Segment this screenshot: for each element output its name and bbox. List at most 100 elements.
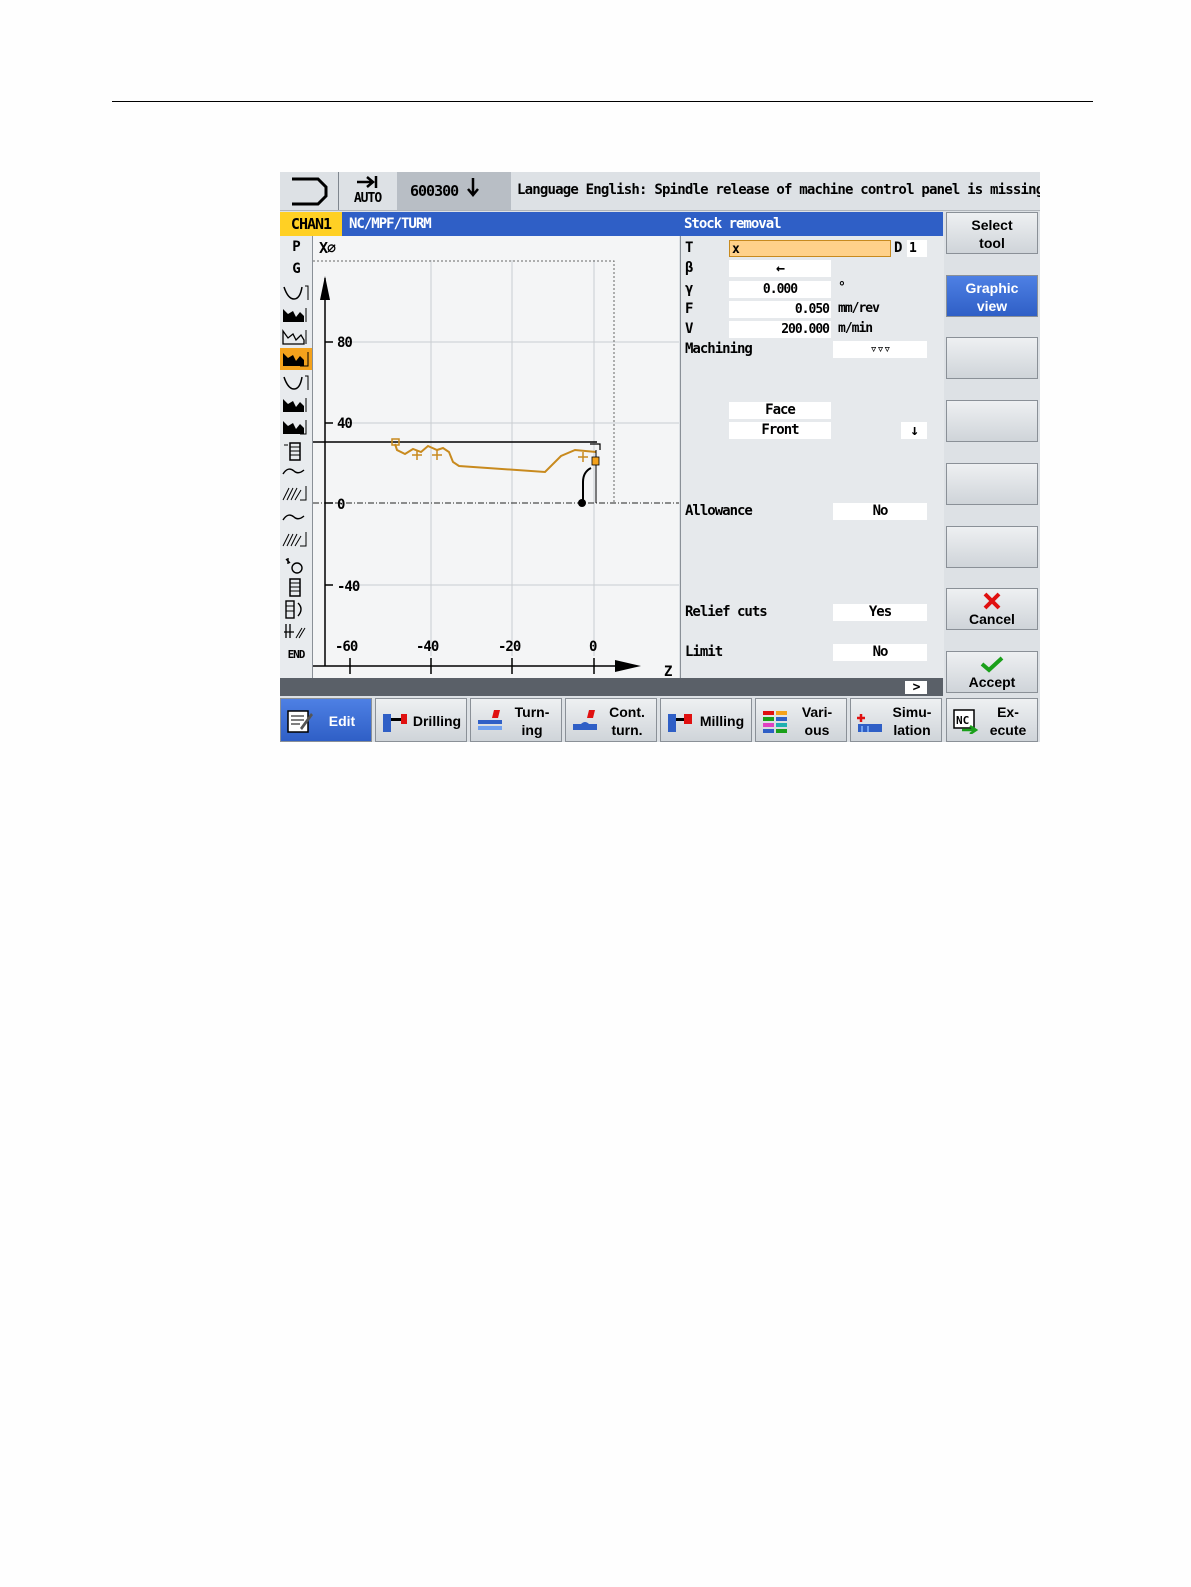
finished-contour xyxy=(394,443,597,474)
svg-text:NC: NC xyxy=(956,714,969,727)
right-softkey-5[interactable] xyxy=(946,463,1038,505)
strip-item-p[interactable]: P xyxy=(280,236,312,258)
z-tick-label: 0 xyxy=(589,639,597,655)
strip-item-contour-2[interactable] xyxy=(280,372,312,394)
strip-item-end[interactable]: END xyxy=(280,644,312,666)
relief-cuts-select[interactable]: Yes xyxy=(833,604,927,621)
various-label: Vari-ous xyxy=(801,704,833,738)
stock-removal-active-icon xyxy=(283,352,309,367)
d-input[interactable]: 1 xyxy=(907,240,927,257)
gamma-input[interactable]: 0.000 xyxy=(729,281,831,298)
strip-item-hatch-2[interactable] xyxy=(280,528,312,550)
strip-item-g[interactable]: G xyxy=(280,258,312,280)
x-axis-arrow xyxy=(320,276,330,300)
drilling-button[interactable]: Drilling xyxy=(375,698,467,742)
edit-button[interactable]: Edit xyxy=(280,698,372,742)
program-status: 600300 xyxy=(397,172,511,210)
face-select[interactable]: Face xyxy=(729,402,831,419)
relief-cuts-label: Relief cuts xyxy=(685,604,768,620)
x-tick-label: 0 xyxy=(337,497,345,513)
t-label: T xyxy=(685,240,694,256)
limit-select[interactable]: No xyxy=(833,644,927,661)
feed-input[interactable]: 0.050 xyxy=(729,301,831,318)
channel-indicator: CHAN1 xyxy=(280,212,342,236)
v-label: V xyxy=(685,321,694,337)
cancel-x-icon xyxy=(983,592,1001,610)
simulation-button[interactable]: Simu-lation xyxy=(850,698,942,742)
strip-item-stock-1[interactable] xyxy=(280,304,312,326)
machine-area-button[interactable] xyxy=(280,172,339,210)
strip-item-thread-3[interactable] xyxy=(280,598,312,620)
milling-button[interactable]: Milling xyxy=(660,698,752,742)
strip-item-groove-2[interactable] xyxy=(280,508,312,530)
strip-item-contour-1[interactable] xyxy=(280,282,312,304)
stock-removal-icon xyxy=(283,398,307,412)
select-tool-button[interactable]: Select tool xyxy=(946,212,1038,254)
cancel-button[interactable]: Cancel xyxy=(946,588,1038,630)
mode-arrow-icon xyxy=(357,176,378,188)
turning-label: Turn-ing xyxy=(514,704,550,738)
strip-item-mill[interactable] xyxy=(280,620,312,642)
hatch-icon xyxy=(282,486,307,501)
graphic-view-button[interactable]: Graphic view xyxy=(946,275,1038,317)
z-tick-label: -20 xyxy=(498,639,521,655)
right-softkey-6[interactable] xyxy=(946,526,1038,568)
strip-item-hatch-1[interactable] xyxy=(280,482,312,504)
accept-label: Accept xyxy=(968,674,1016,690)
strip-item-stock-3[interactable] xyxy=(280,394,312,416)
corner-marker xyxy=(590,443,601,450)
edit-icon xyxy=(287,710,313,733)
d-label: D xyxy=(894,240,903,256)
tool-input[interactable]: x xyxy=(729,240,891,257)
more-arrow-button[interactable]: > xyxy=(905,681,927,694)
program-path: NC/MPF/TURM xyxy=(342,212,680,236)
milling-icon xyxy=(668,714,692,732)
cancel-label: Cancel xyxy=(969,611,1015,627)
speed-input[interactable]: 200.000 xyxy=(729,321,831,338)
mode-label: AUTO xyxy=(353,191,382,206)
cutoff-icon xyxy=(285,558,303,574)
strip-item-stock-4[interactable] xyxy=(280,416,312,438)
strip-item-thread-2[interactable] xyxy=(280,576,312,598)
execute-label: Ex-ecute xyxy=(989,704,1027,738)
allowance-select[interactable]: No xyxy=(833,503,927,520)
beta-select[interactable]: ← xyxy=(729,260,831,277)
contour-turning-button[interactable]: Cont. turn. xyxy=(565,698,657,742)
right-softkey-4[interactable] xyxy=(946,400,1038,442)
groove-icon xyxy=(282,514,305,521)
machining-select[interactable]: ▿▿▿ xyxy=(833,341,927,358)
stock-removal-rest-icon xyxy=(282,328,307,345)
drilling-icon xyxy=(383,714,407,732)
contour-graphic: X⌀ Z 80 40 0 -40 -60 -40 -20 0 xyxy=(313,239,679,680)
machining-label: Machining xyxy=(685,341,753,357)
milling-icon xyxy=(284,624,306,639)
strip-item-stock-2[interactable] xyxy=(280,326,312,348)
hatch-icon xyxy=(282,532,307,547)
strip-item-stock-active[interactable] xyxy=(280,348,312,370)
start-point-marker xyxy=(578,499,586,507)
contour-turning-icon xyxy=(573,710,597,730)
approach-path xyxy=(582,467,592,503)
direction-select[interactable]: ↓ xyxy=(901,422,927,439)
groove-icon xyxy=(282,468,305,475)
front-select[interactable]: Front xyxy=(729,422,831,439)
z-axis-label: Z xyxy=(664,664,672,678)
accept-button[interactable]: Accept xyxy=(946,651,1038,693)
turning-button[interactable]: Turn-ing xyxy=(470,698,562,742)
x-tick-label: -40 xyxy=(337,579,360,595)
gamma-unit: ° xyxy=(838,280,846,295)
alarm-message: Language English: Spindle release of mac… xyxy=(517,182,1040,198)
milling-label: Milling xyxy=(699,713,745,729)
simulation-icon xyxy=(857,714,882,732)
z-tick-label: -40 xyxy=(416,639,439,655)
grid-lines xyxy=(351,260,679,656)
right-softkey-3[interactable] xyxy=(946,337,1038,379)
execute-button[interactable]: NC Ex-ecute xyxy=(946,698,1038,742)
strip-item-thread-1[interactable] xyxy=(280,440,312,462)
stock-removal-icon xyxy=(283,420,307,435)
strip-item-cutoff[interactable] xyxy=(280,554,312,576)
allowance-label: Allowance xyxy=(685,503,753,519)
edit-label: Edit xyxy=(328,713,356,729)
strip-item-groove-1[interactable] xyxy=(280,462,312,484)
various-button[interactable]: Vari-ous xyxy=(755,698,847,742)
